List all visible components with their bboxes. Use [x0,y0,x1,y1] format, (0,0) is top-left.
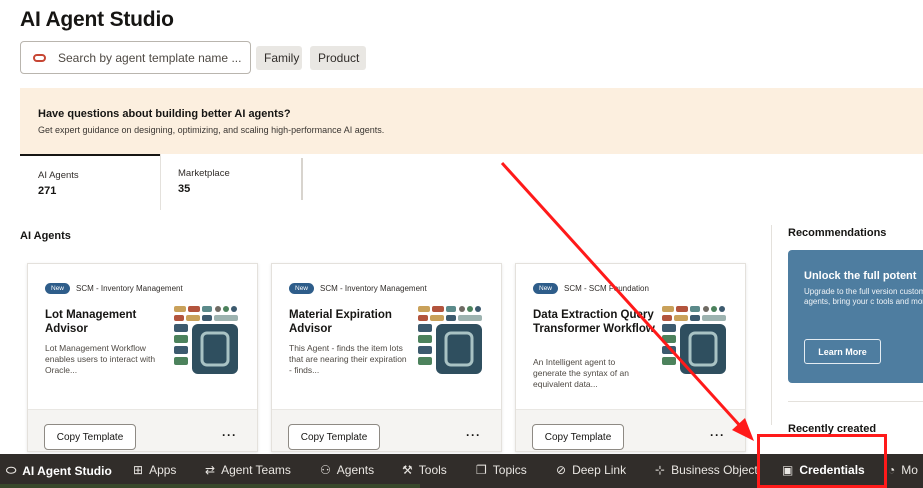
learn-more-button[interactable]: Learn More [804,339,881,364]
new-badge: New [45,283,71,294]
oracle-ring-icon [33,53,46,62]
copy-template-button[interactable]: Copy Template [532,424,624,450]
tabs-scrollbar[interactable] [301,158,303,200]
upgrade-promo-card: Unlock the full potent Upgrade to the fu… [788,250,923,383]
oracle-ring-icon: ⬭ [6,463,17,477]
nav-label: Agent Teams [221,463,291,477]
agent-illustration-icon [418,306,482,374]
nav-label: Agents [336,463,375,477]
agents-icon: ⚇ [320,463,331,477]
card-category: SCM - Inventory Management [76,284,183,293]
banner-subtext: Get expert guidance on designing, optimi… [38,125,385,135]
screen-root: { "page": { "title": "AI Agent Studio" }… [0,0,923,488]
agent-card[interactable]: New SCM - Inventory Management Material … [271,263,502,452]
more-options-icon[interactable]: ··· [222,428,237,442]
nav-label: Deep Link [572,463,627,477]
nav-topics[interactable]: ❐ Topics [476,463,527,477]
nav-agent-teams[interactable]: ⇄ Agent Teams [205,463,291,477]
card-name: Data Extraction Query Transformer Workfl… [533,309,655,335]
product-filter-chip[interactable]: Product [310,46,366,70]
recommendations-title: Recommendations [788,227,887,239]
nav-deep-link[interactable]: ⊘ Deep Link [556,463,626,477]
nav-business-object[interactable]: ⊹ Business Object [655,463,758,477]
promo-heading: Unlock the full potent [804,270,917,282]
nav-label: Business Object [671,463,758,477]
agent-tabs: AI Agents 271 Marketplace 35 [20,154,310,210]
column-divider [771,225,772,425]
search-input[interactable] [58,50,248,65]
card-description: This Agent - finds the item lots that ar… [289,343,407,375]
agent-card[interactable]: New SCM - SCM Foundation Data Extraction… [515,263,746,452]
nav-monitor[interactable]: ◔ Mo [888,463,918,477]
section-title: AI Agents [20,230,71,242]
banner-heading: Have questions about building better AI … [38,108,291,120]
nav-label: Apps [149,463,177,477]
nav-ai-agent-studio[interactable]: ⬭ AI Agent Studio [6,463,112,478]
more-options-icon[interactable]: ··· [466,428,481,442]
agent-card[interactable]: New SCM - Inventory Management Lot Manag… [27,263,258,452]
promo-text: Upgrade to the full version custom agent… [804,287,923,306]
new-badge: New [289,283,315,294]
nav-label: Mo [901,463,918,477]
card-name: Material Expiration Advisor [289,309,392,335]
apps-grid-icon: ⊞ [133,463,144,477]
tools-icon: ⚒ [402,463,413,477]
card-description: Lot Management Workflow enables users to… [45,343,156,375]
nav-label: Tools [418,463,447,477]
card-category: SCM - Inventory Management [320,284,427,293]
business-object-icon: ⊹ [655,463,666,477]
new-badge: New [533,283,559,294]
card-description: An Intelligent agent to generate the syn… [533,357,629,389]
tab-marketplace[interactable]: Marketplace 35 [160,154,300,210]
more-options-icon[interactable]: ··· [710,428,725,442]
nav-tools[interactable]: ⚒ Tools [402,463,447,477]
status-strip [0,484,420,488]
tab-count: 35 [178,183,191,195]
divider [788,401,923,402]
help-banner: Have questions about building better AI … [20,88,923,154]
agent-illustration-icon [662,306,726,374]
search-box[interactable] [20,41,251,74]
tab-ai-agents[interactable]: AI Agents 271 [20,154,160,210]
link-icon: ⊘ [556,463,567,477]
agent-illustration-icon [174,306,238,374]
annotation-highlight-box [757,434,887,488]
card-name: Lot Management Advisor [45,309,137,335]
page-title: AI Agent Studio [20,8,174,31]
tab-count: 271 [38,185,57,197]
agent-teams-icon: ⇄ [205,463,216,477]
family-filter-chip[interactable]: Family [256,46,302,70]
nav-agents[interactable]: ⚇ Agents [320,463,374,477]
monitor-icon: ◔ [888,463,896,477]
card-category: SCM - SCM Foundation [564,284,649,293]
nav-label: AI Agent Studio [22,463,112,478]
topics-icon: ❐ [476,463,487,477]
tab-label: AI Agents [38,170,79,181]
nav-apps[interactable]: ⊞ Apps [133,463,176,477]
tab-label: Marketplace [178,168,230,179]
copy-template-button[interactable]: Copy Template [44,424,136,450]
nav-label: Topics [492,463,527,477]
copy-template-button[interactable]: Copy Template [288,424,380,450]
